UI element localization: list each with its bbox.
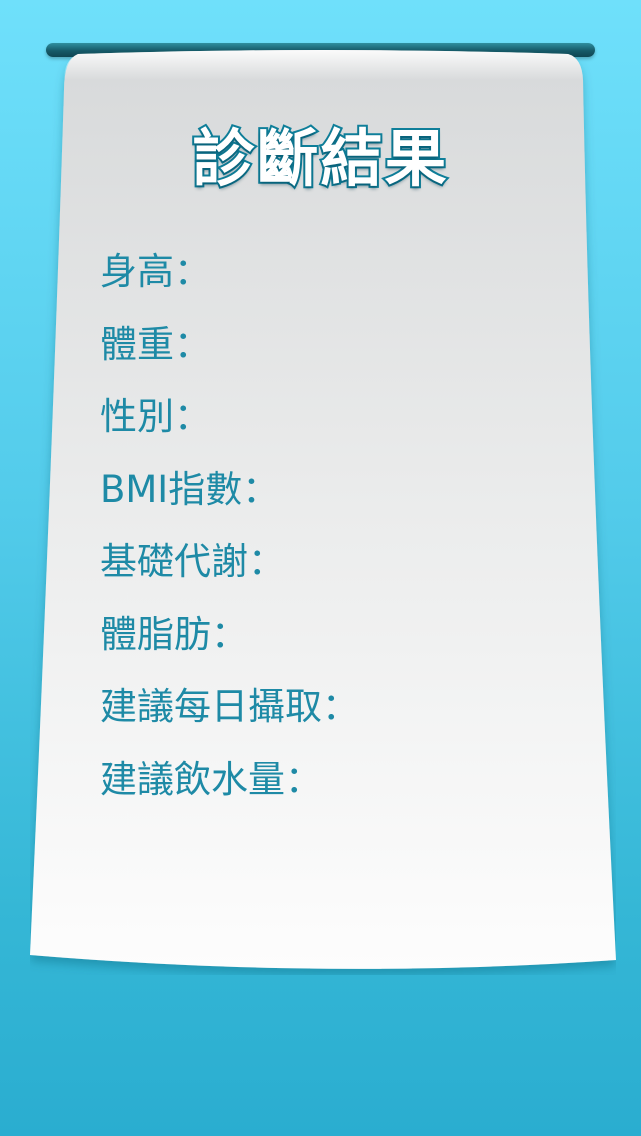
recommended-daily-intake-label: 建議每日攝取： [100,685,359,728]
height-label: 身高： [100,250,211,293]
recommended-water-intake-label: 建議飲水量： [100,757,322,801]
weight-label: 體重： [100,322,211,366]
basal-metabolism-label: 基礎代謝： [100,540,285,583]
result-fields: 身高： 體重： 性別： BMI指數： 基礎代謝： 體脂肪： 建議每日攝取： 建議… [100,246,359,826]
gender-label: 性別： [100,395,211,438]
body-fat-label: 體脂肪： [100,612,248,656]
scroll-rod [46,43,595,57]
bmi-label: BMI指數： [100,467,280,511]
page-title: 診斷結果 [190,120,449,197]
